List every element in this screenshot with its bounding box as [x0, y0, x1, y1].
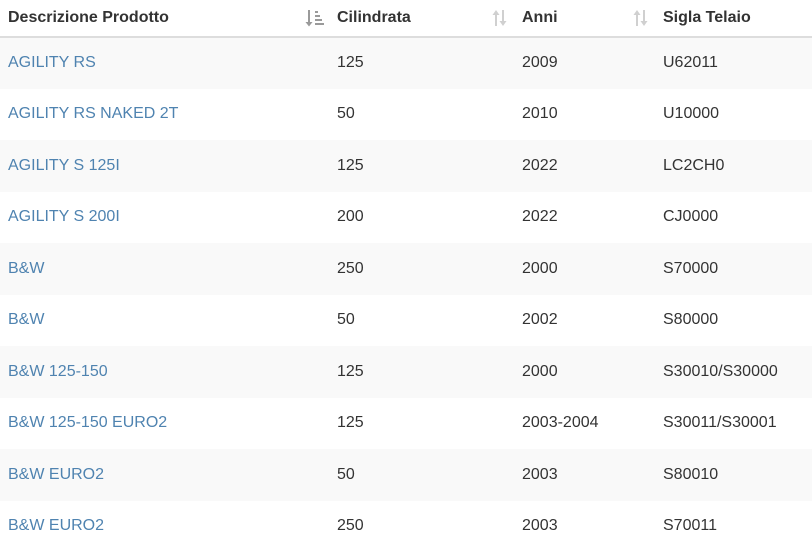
cell-sigla-telaio: S30010/S30000	[663, 362, 778, 380]
cell-descrizione: B&W	[0, 295, 329, 347]
product-link[interactable]: B&W	[8, 260, 44, 277]
cell-descrizione: B&W EURO2	[0, 501, 329, 553]
cell-sigla-telaio: S70000	[663, 259, 719, 277]
cell-cilindrata: 250	[337, 259, 364, 277]
cell-cilindrata: 125	[337, 414, 364, 432]
cell-anni: 2010	[522, 105, 558, 123]
table-row: AGILITY S 125I 125 2022 LC2CH0	[0, 140, 812, 192]
sort-icon	[492, 10, 507, 26]
cell-sigla-telaio: S70011	[663, 517, 717, 535]
cell-descrizione: B&W 125-150 EURO2	[0, 398, 329, 450]
table-header: Descrizione Prodotto Cilindrata Anni Sig…	[0, 0, 812, 37]
cell-descrizione: AGILITY S 200I	[0, 192, 329, 244]
table-body: AGILITY RS 125 2009 U62011 AGILITY RS NA…	[0, 37, 812, 552]
cell-cilindrata: 250	[337, 517, 364, 535]
cell-cilindrata: 50	[337, 105, 355, 123]
cell-sigla-telaio: S30011/S30001	[663, 414, 777, 432]
header-label: Descrizione Prodotto	[8, 9, 169, 26]
header-descrizione-prodotto[interactable]: Descrizione Prodotto	[0, 0, 329, 37]
cell-sigla-telaio: U10000	[663, 105, 720, 123]
table-row: AGILITY S 200I 200 2022 CJ0000	[0, 192, 812, 244]
cell-anni: 2009	[522, 54, 558, 72]
cell-sigla-telaio: CJ0000	[663, 208, 719, 226]
cell-anni: 2002	[522, 311, 558, 329]
cell-anni: 2003-2004	[522, 414, 599, 432]
header-label: Cilindrata	[337, 9, 411, 26]
cell-cilindrata: 125	[337, 362, 364, 380]
cell-cilindrata: 125	[337, 54, 364, 72]
cell-descrizione: AGILITY RS	[0, 37, 329, 89]
cell-cilindrata: 200	[337, 208, 364, 226]
table-row: B&W 50 2002 S80000	[0, 295, 812, 347]
cell-descrizione: B&W	[0, 243, 329, 295]
product-link[interactable]: B&W	[8, 311, 44, 328]
cell-sigla-telaio: LC2CH0	[663, 156, 725, 174]
header-anni[interactable]: Anni	[514, 0, 655, 37]
table-row: B&W 250 2000 S70000	[0, 243, 812, 295]
table-row: B&W 125-150 EURO2 125 2003-2004 S30011/S…	[0, 398, 812, 450]
cell-anni: 2022	[522, 208, 558, 226]
product-link[interactable]: B&W EURO2	[8, 466, 104, 483]
cell-cilindrata: 50	[337, 465, 355, 483]
cell-anni: 2003	[522, 465, 558, 483]
cell-anni: 2022	[522, 156, 558, 174]
table-row: AGILITY RS NAKED 2T 50 2010 U10000	[0, 89, 812, 141]
cell-sigla-telaio: S80000	[663, 311, 719, 329]
header-label: Anni	[522, 9, 558, 26]
cell-descrizione: AGILITY RS NAKED 2T	[0, 89, 329, 141]
cell-descrizione: B&W EURO2	[0, 449, 329, 501]
product-link[interactable]: B&W 125-150 EURO2	[8, 414, 167, 431]
header-row: Descrizione Prodotto Cilindrata Anni Sig…	[0, 0, 812, 37]
product-link[interactable]: B&W 125-150	[8, 363, 108, 380]
product-link[interactable]: AGILITY S 200I	[8, 208, 120, 225]
cell-cilindrata: 50	[337, 311, 355, 329]
table-row: AGILITY RS 125 2009 U62011	[0, 37, 812, 89]
header-label: Sigla Telaio	[663, 9, 751, 26]
cell-anni: 2003	[522, 517, 558, 535]
cell-sigla-telaio: S80010	[663, 465, 719, 483]
cell-anni: 2000	[522, 259, 558, 277]
cell-cilindrata: 125	[337, 156, 364, 174]
table-row: B&W EURO2 250 2003 S70011	[0, 501, 812, 553]
table-row: B&W 125-150 125 2000 S30010/S30000	[0, 346, 812, 398]
product-link[interactable]: AGILITY RS NAKED 2T	[8, 105, 178, 122]
header-sigla-telaio[interactable]: Sigla Telaio	[655, 0, 812, 37]
cell-sigla-telaio: U62011	[663, 54, 718, 72]
product-link[interactable]: AGILITY RS	[8, 54, 96, 71]
header-cilindrata[interactable]: Cilindrata	[329, 0, 514, 37]
cell-descrizione: AGILITY S 125I	[0, 140, 329, 192]
product-link[interactable]: B&W EURO2	[8, 517, 104, 534]
cell-descrizione: B&W 125-150	[0, 346, 329, 398]
sort-icon	[633, 10, 648, 26]
cell-anni: 2000	[522, 362, 558, 380]
table-row: B&W EURO2 50 2003 S80010	[0, 449, 812, 501]
products-table: Descrizione Prodotto Cilindrata Anni Sig…	[0, 0, 812, 552]
sort-alpha-asc-icon	[305, 10, 324, 27]
product-link[interactable]: AGILITY S 125I	[8, 157, 120, 174]
